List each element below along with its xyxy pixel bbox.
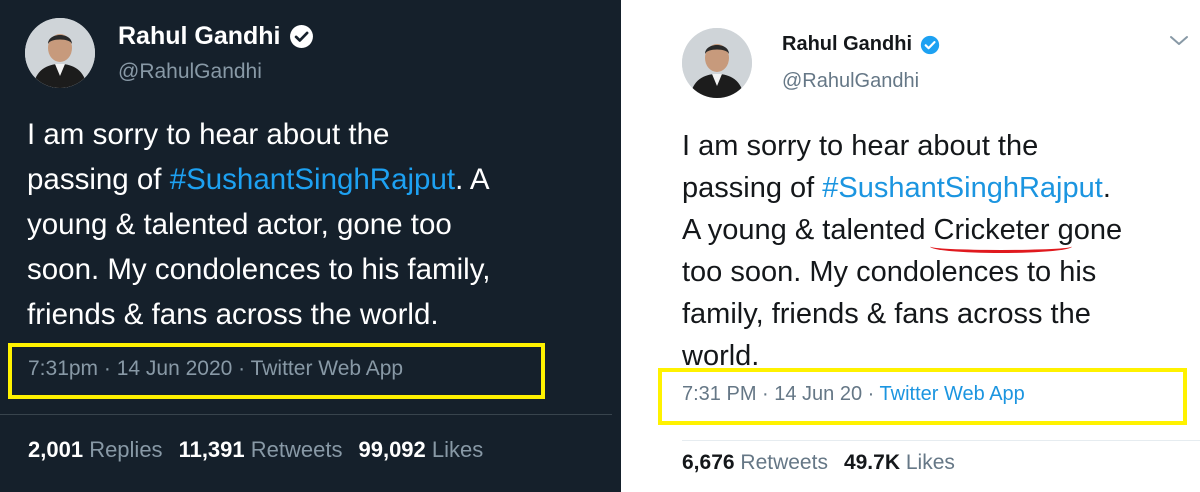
engagement-stats: 6,676 Retweets 49.7K Likes xyxy=(682,451,971,475)
author-name-row: Rahul Gandhi xyxy=(782,33,940,56)
tweet-line: too soon. My condolences to his xyxy=(682,256,1097,288)
tweet-text-fragment: . A xyxy=(455,163,490,196)
stat-count: 6,676 xyxy=(682,451,735,474)
display-name[interactable]: Rahul Gandhi xyxy=(118,22,281,51)
tweet-text-fragment: passing of xyxy=(682,172,823,204)
hashtag-link[interactable]: #SushantSinghRajput xyxy=(822,172,1103,204)
dark-tweet-card: Rahul Gandhi @RahulGandhi I am sorry to … xyxy=(0,0,621,492)
avatar-photo xyxy=(25,18,95,88)
likes-stat[interactable]: 49.7K Likes xyxy=(844,451,955,475)
author-name-row: Rahul Gandhi xyxy=(118,22,314,51)
verified-badge-icon xyxy=(920,35,940,55)
stat-label: Likes xyxy=(905,451,955,474)
tweet-line: passing of #SushantSinghRajput. xyxy=(682,167,1122,209)
tweet-text-fragment: A young & talented xyxy=(682,214,934,246)
red-underline-annotation xyxy=(929,240,1072,253)
avatar[interactable] xyxy=(682,28,752,98)
likes-stat[interactable]: 99,092 Likes xyxy=(358,437,483,463)
tweet-text: I am sorry to hear about the passing of … xyxy=(27,112,490,337)
tweet-line: passing of #SushantSinghRajput. A xyxy=(27,157,490,202)
highlight-box xyxy=(658,368,1187,425)
verified-badge-icon xyxy=(289,24,314,49)
stat-count: 11,391 xyxy=(178,437,245,462)
divider xyxy=(682,440,1200,441)
user-handle[interactable]: @RahulGandhi xyxy=(782,70,919,93)
display-name[interactable]: Rahul Gandhi xyxy=(782,33,912,56)
stat-label: Retweets xyxy=(250,437,343,462)
avatar-photo xyxy=(682,28,752,98)
replies-stat[interactable]: 2,001 Replies xyxy=(28,437,163,463)
stat-label: Replies xyxy=(89,437,163,462)
tweet-line: I am sorry to hear about the xyxy=(682,130,1039,162)
tweet-line: young & talented actor, gone too xyxy=(27,208,452,241)
stat-count: 49.7K xyxy=(843,451,900,474)
divider xyxy=(0,414,612,415)
stat-label: Retweets xyxy=(740,451,828,474)
underlined-word: Cricketer xyxy=(929,209,1072,253)
stat-count: 2,001 xyxy=(28,437,84,462)
tweet-text-fragment: . xyxy=(1102,172,1111,204)
tweet-line: A young & talented Cricketer gone xyxy=(682,209,1122,253)
user-handle[interactable]: @RahulGandhi xyxy=(118,60,262,84)
stat-label: Likes xyxy=(431,437,484,462)
light-tweet-card: Rahul Gandhi @RahulGandhi I am sorry to … xyxy=(633,0,1200,492)
highlight-box xyxy=(8,343,545,399)
tweet-line: friends & fans across the world. xyxy=(27,298,439,331)
avatar[interactable] xyxy=(25,18,95,88)
tweet-line: family, friends & fans across the xyxy=(682,298,1091,330)
tweet-text-fragment: passing of xyxy=(27,163,170,196)
tweet-text: I am sorry to hear about the passing of … xyxy=(682,125,1122,377)
chevron-down-icon[interactable] xyxy=(1169,34,1189,52)
engagement-stats: 2,001 Replies 11,391 Retweets 99,092 Lik… xyxy=(28,437,499,463)
retweets-stat[interactable]: 11,391 Retweets xyxy=(179,437,343,463)
stat-count: 99,092 xyxy=(358,437,426,462)
tweet-line: soon. My condolences to his family, xyxy=(27,253,491,286)
retweets-stat[interactable]: 6,676 Retweets xyxy=(682,451,828,475)
tweet-line: I am sorry to hear about the xyxy=(27,118,390,151)
hashtag-link[interactable]: #SushantSinghRajput xyxy=(170,163,455,196)
